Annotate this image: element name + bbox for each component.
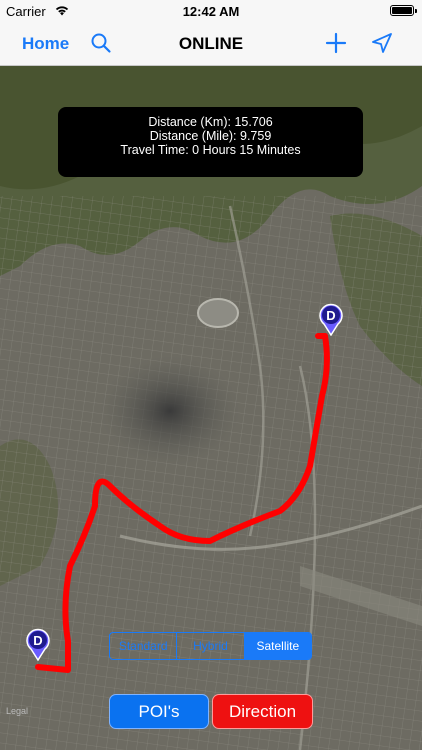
origin-pin-label: D [33,633,42,648]
location-arrow-icon[interactable] [370,31,394,55]
distance-mile-text: Distance (Mile): 9.759 [149,129,272,143]
distance-km-text: Distance (Km): 15.706 [148,115,273,129]
search-icon[interactable] [90,32,112,54]
status-time: 12:42 AM [182,4,240,19]
map-type-segmented-control: Standard Hybrid Satellite [109,632,312,660]
direction-button[interactable]: Direction [212,694,313,729]
destination-pin-label: D [326,308,335,323]
travel-time-text: Travel Time: 0 Hours 15 Minutes [120,143,301,157]
legal-link[interactable]: Legal [6,706,28,716]
battery-icon [390,5,417,16]
origin-pin-icon[interactable]: D [25,627,51,661]
map-type-satellite[interactable]: Satellite [244,633,311,659]
map-type-hybrid[interactable]: Hybrid [177,633,245,659]
destination-pin-icon[interactable]: D [318,302,344,336]
plus-icon[interactable] [324,31,348,55]
status-bar: Carrier 12:42 AM [0,0,422,22]
map-view[interactable]: Distance (Km): 15.706 Distance (Mile): 9… [0,66,422,750]
home-button[interactable]: Home [22,34,69,54]
poi-button[interactable]: POI's [109,694,209,729]
nav-bar: Home ONLINE [0,22,422,66]
battery-level [392,7,412,14]
map-type-standard[interactable]: Standard [110,633,178,659]
route-info-box: Distance (Km): 15.706 Distance (Mile): 9… [58,107,363,177]
